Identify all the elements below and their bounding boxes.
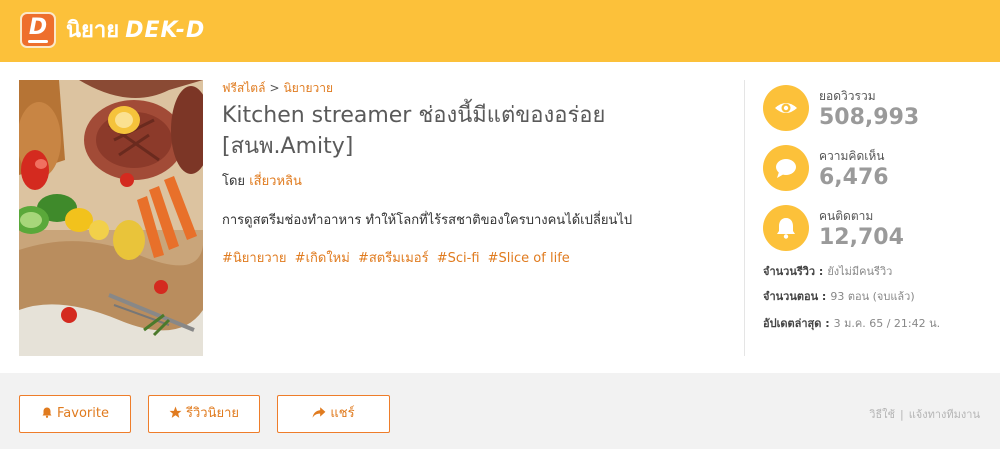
breadcrumb-category[interactable]: ฟรีสไตล์: [222, 81, 265, 95]
favorite-button[interactable]: Favorite: [19, 395, 131, 433]
meta-chapters: จำนวนตอน :93 ตอน (จบแล้ว): [763, 289, 915, 305]
favorite-label: Favorite: [57, 406, 109, 421]
author-link[interactable]: เสี่ยวหลิน: [249, 174, 302, 189]
footer-separator: |: [900, 408, 904, 421]
breadcrumb-subcategory[interactable]: นิยายวาย: [284, 81, 334, 95]
author-prefix: โดย: [222, 174, 246, 189]
breadcrumb: ฟรีสไตล์ > นิยายวาย: [222, 80, 722, 96]
action-bar: Favorite รีวิวนิยาย แชร์ วิธีใช้ | แจ้งทาง…: [0, 373, 1000, 449]
meta-value: 93 ตอน (จบแล้ว): [830, 290, 915, 303]
story-cover-image[interactable]: [19, 80, 203, 356]
stat-label: คนติดตาม: [819, 209, 874, 223]
stat-value: 6,476: [819, 165, 889, 190]
story-info: ฟรีสไตล์ > นิยายวาย Kitchen streamer ช่องน…: [222, 80, 722, 268]
eye-icon: [763, 85, 809, 131]
share-label: แชร์: [330, 406, 355, 421]
logo-letter: D: [28, 15, 48, 40]
meta-key: อัปเดตล่าสุด :: [763, 317, 830, 330]
report-link[interactable]: แจ้งทางทีมงาน: [909, 408, 980, 421]
share-icon: [312, 407, 326, 418]
stat-value: 12,704: [819, 225, 904, 250]
site-logo-text[interactable]: นิยาย DEK-D: [66, 14, 205, 48]
breadcrumb-separator: >: [269, 81, 280, 95]
review-label: รีวิวนิยาย: [185, 406, 239, 421]
share-button[interactable]: แชร์: [277, 395, 390, 433]
story-description: การดูสตรีมช่องทำอาหาร ทำให้โลกที่ไร้รสชา…: [222, 213, 633, 228]
meta-value: ยังไม่มีคนรีวิว: [827, 265, 893, 278]
meta-key: จำนวนตอน :: [763, 290, 827, 303]
story-tags: #นิยายวาย #เกิดใหม่ #สตรีมเมอร์ #Sci-fi …: [222, 250, 722, 268]
stat-value: 508,993: [819, 105, 920, 130]
howto-link[interactable]: วิธีใช้: [869, 408, 895, 421]
tag-link[interactable]: #สตรีมเมอร์: [358, 251, 429, 266]
meta-reviews: จำนวนรีวิว : ยังไม่มีคนรีวิว: [763, 264, 892, 280]
stat-comments: ความคิดเห็น 6,476: [763, 144, 983, 194]
tag-link[interactable]: #Slice of life: [488, 251, 570, 266]
meta-key: จำนวนรีวิว :: [763, 265, 824, 278]
story-title: Kitchen streamer ช่องนี้มีแต่ของอร่อย [ส…: [222, 103, 606, 159]
author-line: โดย เสี่ยวหลิน: [222, 172, 722, 192]
stat-label: ความคิดเห็น: [819, 149, 885, 163]
vertical-divider: [744, 80, 745, 356]
site-header: D นิยาย DEK-D: [0, 0, 1000, 62]
site-name: นิยาย: [66, 18, 120, 43]
stat-followers: คนติดตาม 12,704: [763, 204, 983, 254]
stat-views: ยอดวิวรวม 508,993: [763, 84, 983, 134]
tag-link[interactable]: #Sci-fi: [437, 251, 480, 266]
logo-book-line: [28, 40, 48, 43]
meta-value: 3 ม.ค. 65 / 21:42 น.: [833, 317, 941, 330]
bell-icon: [763, 205, 809, 251]
brand-name: DEK-D: [125, 18, 206, 43]
footer-links: วิธีใช้ | แจ้งทางทีมงาน: [869, 405, 980, 423]
meta-last-updated: อัปเดตล่าสุด :3 ม.ค. 65 / 21:42 น.: [763, 316, 940, 332]
cover-illustration: [19, 80, 203, 356]
dekd-logo-icon[interactable]: D: [20, 12, 56, 48]
tag-link[interactable]: #เกิดใหม่: [295, 251, 350, 266]
comment-icon: [763, 145, 809, 191]
stat-label: ยอดวิวรวม: [819, 89, 876, 103]
review-button[interactable]: รีวิวนิยาย: [148, 395, 260, 433]
tag-link[interactable]: #นิยายวาย: [222, 251, 287, 266]
star-icon: [169, 406, 182, 418]
bell-icon: [42, 407, 52, 418]
